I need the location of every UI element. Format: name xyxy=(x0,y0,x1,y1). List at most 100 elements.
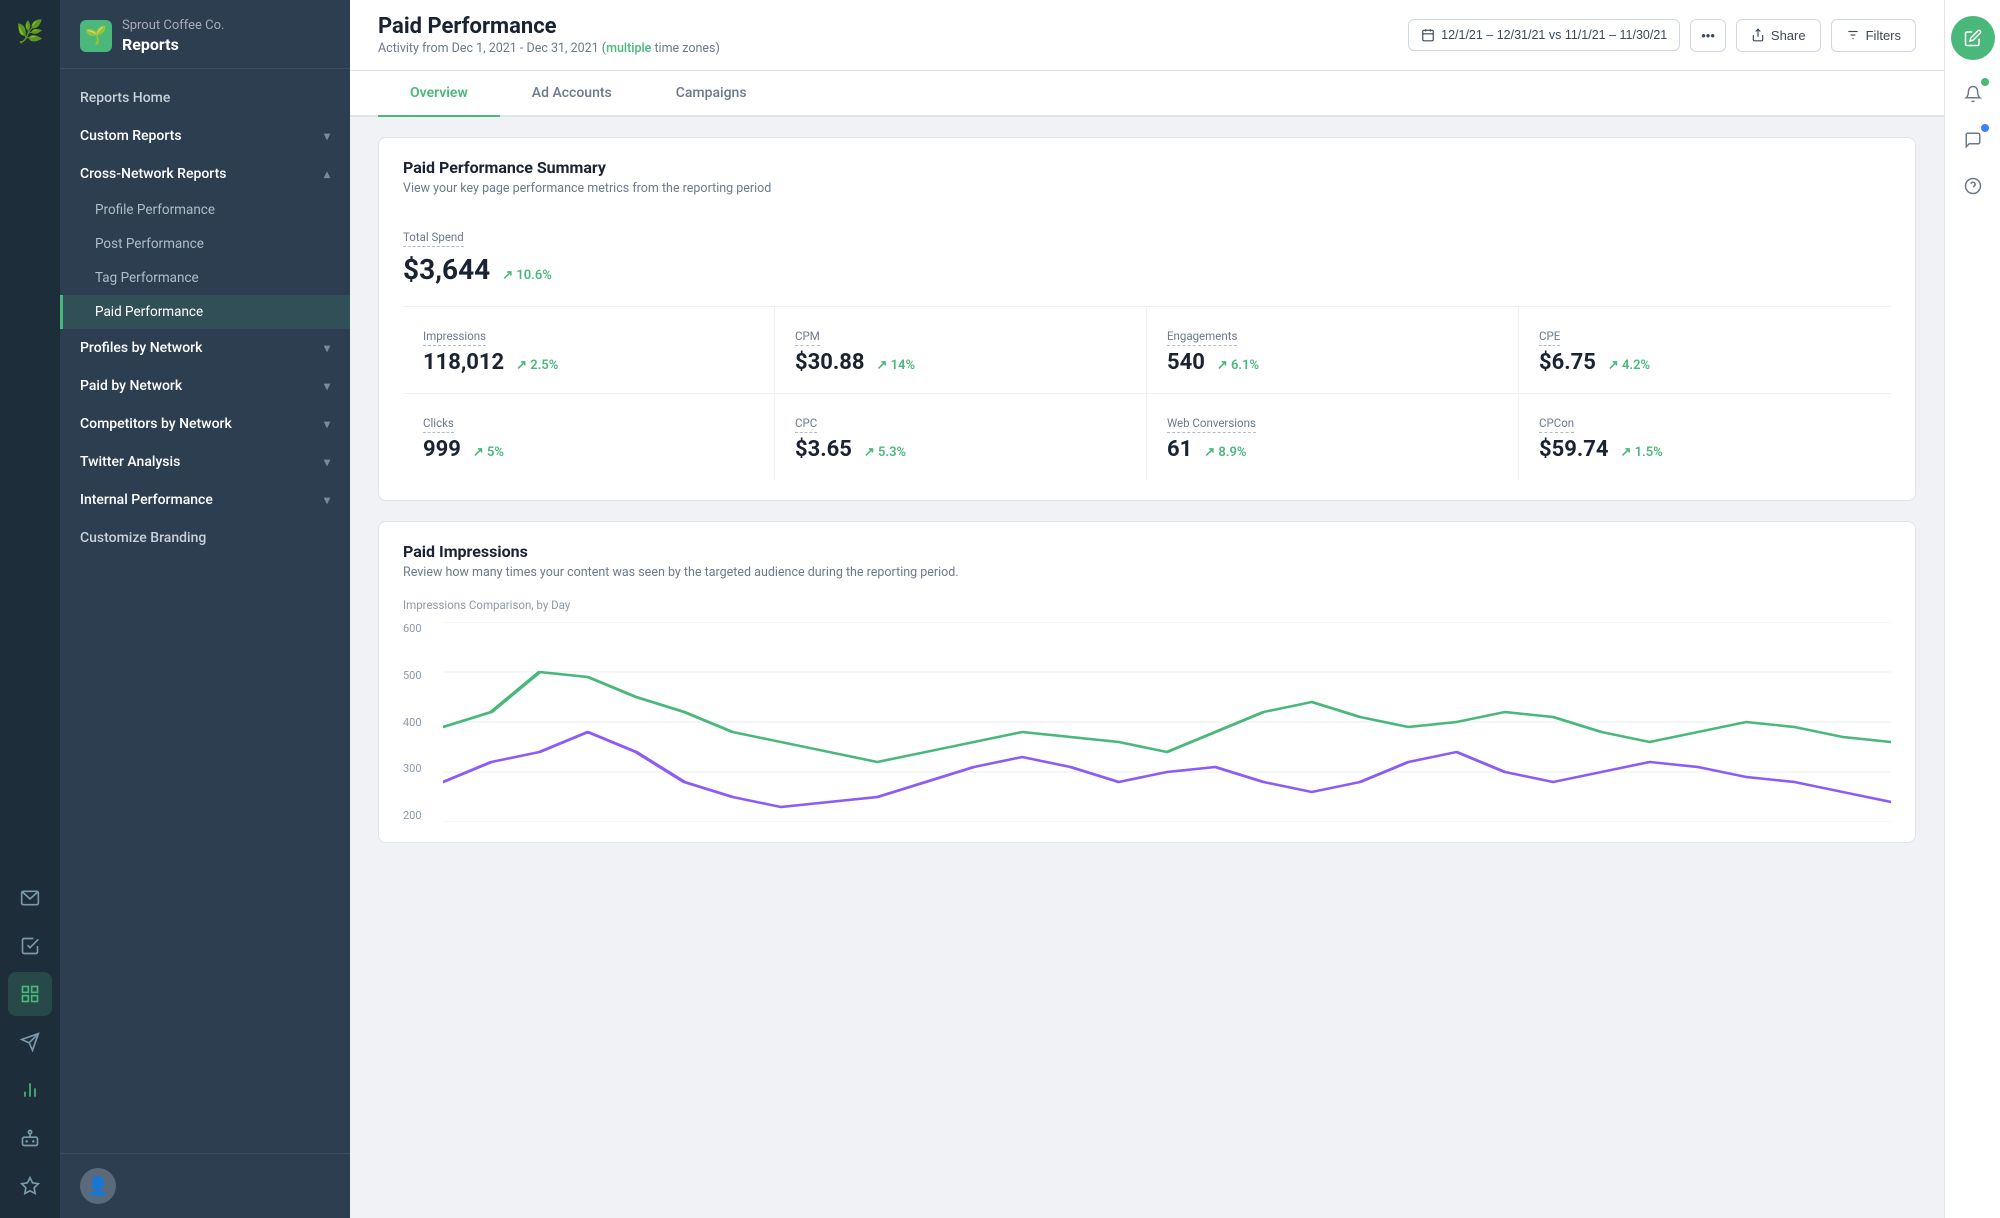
sidebar-item-paid-by-network[interactable]: Paid by Network ▾ xyxy=(60,367,350,405)
brand-icon: 🌱 xyxy=(80,20,112,52)
page-title: Paid Performance xyxy=(378,14,720,39)
notifications-button[interactable] xyxy=(1953,74,1993,114)
impressions-card: Paid Impressions Review how many times y… xyxy=(378,521,1916,843)
metric-change: 1.5% xyxy=(1620,445,1662,460)
sidebar-item-cross-network[interactable]: Cross-Network Reports ▴ xyxy=(60,155,350,193)
metric-cell-cpc: CPC $3.65 5.3% xyxy=(775,394,1147,480)
main-content: Paid Performance Activity from Dec 1, 20… xyxy=(350,0,1944,1218)
sidebar-label-branding: Customize Branding xyxy=(80,530,206,546)
metric-label: Engagements xyxy=(1167,329,1237,346)
sidebar-label-cross-network: Cross-Network Reports xyxy=(80,166,226,182)
sidebar-item-customize-branding[interactable]: Customize Branding xyxy=(60,519,350,557)
topbar: Paid Performance Activity from Dec 1, 20… xyxy=(350,0,1944,71)
share-icon xyxy=(1751,28,1765,42)
nav-icon-leaf[interactable]: 🌿 xyxy=(8,10,52,54)
sidebar-item-custom-reports[interactable]: Custom Reports ▾ xyxy=(60,117,350,155)
user-avatar[interactable]: 👤 xyxy=(80,1168,116,1204)
subtitle-suffix: time zones) xyxy=(651,41,720,56)
help-button[interactable] xyxy=(1953,166,1993,206)
metric-label: Web Conversions xyxy=(1167,416,1256,433)
tab-overview[interactable]: Overview xyxy=(378,71,500,117)
metric-label: CPE xyxy=(1539,329,1560,346)
nav-icon-tasks[interactable] xyxy=(8,924,52,968)
icon-rail: 🌿 xyxy=(0,0,60,1218)
multiple-timezones-link[interactable]: multiple xyxy=(606,41,651,56)
y-label: 200 xyxy=(403,809,435,822)
nav-icon-inbox[interactable] xyxy=(8,876,52,920)
sidebar-brand: 🌱 Sprout Coffee Co. Reports xyxy=(60,0,350,69)
sidebar-item-reports-home[interactable]: Reports Home xyxy=(60,79,350,117)
chat-icon xyxy=(1964,131,1982,149)
y-label: 400 xyxy=(403,716,435,729)
date-range-button[interactable]: 12/1/21 – 12/31/21 vs 11/1/21 – 11/30/21 xyxy=(1408,19,1680,51)
sidebar-item-tag-performance[interactable]: Tag Performance xyxy=(60,261,350,295)
metric-value-row: $3.65 5.3% xyxy=(795,437,1126,462)
sidebar-item-profiles-by-network[interactable]: Profiles by Network ▾ xyxy=(60,329,350,367)
metric-label: Clicks xyxy=(423,416,454,433)
metric-value: 118,012 xyxy=(423,350,504,375)
sidebar-item-internal-performance[interactable]: Internal Performance ▾ xyxy=(60,481,350,519)
more-button[interactable]: ••• xyxy=(1690,19,1726,52)
nav-icon-publish[interactable] xyxy=(8,1020,52,1064)
metric-value: 540 xyxy=(1167,350,1205,375)
summary-subtitle: View your key page performance metrics f… xyxy=(403,181,1891,196)
tab-campaigns[interactable]: Campaigns xyxy=(644,71,779,117)
calendar-icon xyxy=(1421,28,1435,42)
sidebar-label-profiles-by-network: Profiles by Network xyxy=(80,340,202,356)
metric-value: $59.74 xyxy=(1539,437,1609,462)
metric-change: 5.3% xyxy=(864,445,906,460)
metric-label: Impressions xyxy=(423,329,486,346)
metric-value: 999 xyxy=(423,437,461,462)
chevron-twitter: ▾ xyxy=(324,455,330,469)
metric-label: CPCon xyxy=(1539,416,1574,433)
metric-value-row: $30.88 14% xyxy=(795,350,1126,375)
chevron-profiles: ▾ xyxy=(324,341,330,355)
sidebar-item-post-performance[interactable]: Post Performance xyxy=(60,227,350,261)
chat-button[interactable] xyxy=(1953,120,1993,160)
metric-value: $6.75 xyxy=(1539,350,1596,375)
sidebar-label-paid-by-network: Paid by Network xyxy=(80,378,182,394)
sidebar-label-custom-reports: Custom Reports xyxy=(80,128,182,144)
tabs-bar: Overview Ad Accounts Campaigns xyxy=(350,71,1944,117)
metric-cell-engagements: Engagements 540 6.1% xyxy=(1147,307,1519,394)
metric-cell-clicks: Clicks 999 5% xyxy=(403,394,775,480)
page-header: Paid Performance Activity from Dec 1, 20… xyxy=(378,14,720,56)
sidebar-item-competitors-by-network[interactable]: Competitors by Network ▾ xyxy=(60,405,350,443)
topbar-actions: 12/1/21 – 12/31/21 vs 11/1/21 – 11/30/21… xyxy=(1408,19,1916,52)
metric-cell-cpcon: CPCon $59.74 1.5% xyxy=(1519,394,1891,480)
nav-icon-bot[interactable] xyxy=(8,1116,52,1160)
metric-change: 14% xyxy=(876,358,915,373)
sidebar: 🌱 Sprout Coffee Co. Reports Reports Home… xyxy=(60,0,350,1218)
sidebar-label-twitter: Twitter Analysis xyxy=(80,454,180,470)
metric-cell-cpe: CPE $6.75 4.2% xyxy=(1519,307,1891,394)
total-spend-value: $3,644 xyxy=(403,253,490,286)
sidebar-nav: Reports Home Custom Reports ▾ Cross-Netw… xyxy=(60,69,350,1153)
label-paid-performance: Paid Performance xyxy=(95,304,203,320)
nav-icon-star[interactable] xyxy=(8,1164,52,1208)
metric-cell-impressions: Impressions 118,012 2.5% xyxy=(403,307,775,394)
nav-icon-reports[interactable] xyxy=(8,972,52,1016)
chart-label: Impressions Comparison, by Day xyxy=(403,598,1891,612)
tab-ad-accounts[interactable]: Ad Accounts xyxy=(500,71,644,117)
sidebar-label-internal: Internal Performance xyxy=(80,492,213,508)
sidebar-label-reports-home: Reports Home xyxy=(80,90,170,106)
metric-change: 4.2% xyxy=(1608,358,1650,373)
sidebar-label-competitors: Competitors by Network xyxy=(80,416,232,432)
sidebar-item-paid-performance[interactable]: Paid Performance xyxy=(60,295,350,329)
metric-value-row: 61 8.9% xyxy=(1167,437,1498,462)
metric-change: 8.9% xyxy=(1204,445,1246,460)
chevron-competitors: ▾ xyxy=(324,417,330,431)
notification-badge xyxy=(1981,78,1989,86)
page-subtitle: Activity from Dec 1, 2021 - Dec 31, 2021… xyxy=(378,41,720,56)
metric-value-row: 540 6.1% xyxy=(1167,350,1498,375)
sidebar-item-twitter-analysis[interactable]: Twitter Analysis ▾ xyxy=(60,443,350,481)
nav-icon-bar-chart[interactable] xyxy=(8,1068,52,1112)
chart-area: 600500400300200 xyxy=(403,622,1891,822)
edit-button[interactable] xyxy=(1951,16,1995,60)
impressions-title: Paid Impressions xyxy=(403,542,1891,561)
sidebar-item-profile-performance[interactable]: Profile Performance xyxy=(60,193,350,227)
share-button[interactable]: Share xyxy=(1736,19,1821,52)
filters-button[interactable]: Filters xyxy=(1831,19,1916,52)
metric-value-row: $59.74 1.5% xyxy=(1539,437,1871,462)
impressions-subtitle: Review how many times your content was s… xyxy=(403,565,1891,580)
